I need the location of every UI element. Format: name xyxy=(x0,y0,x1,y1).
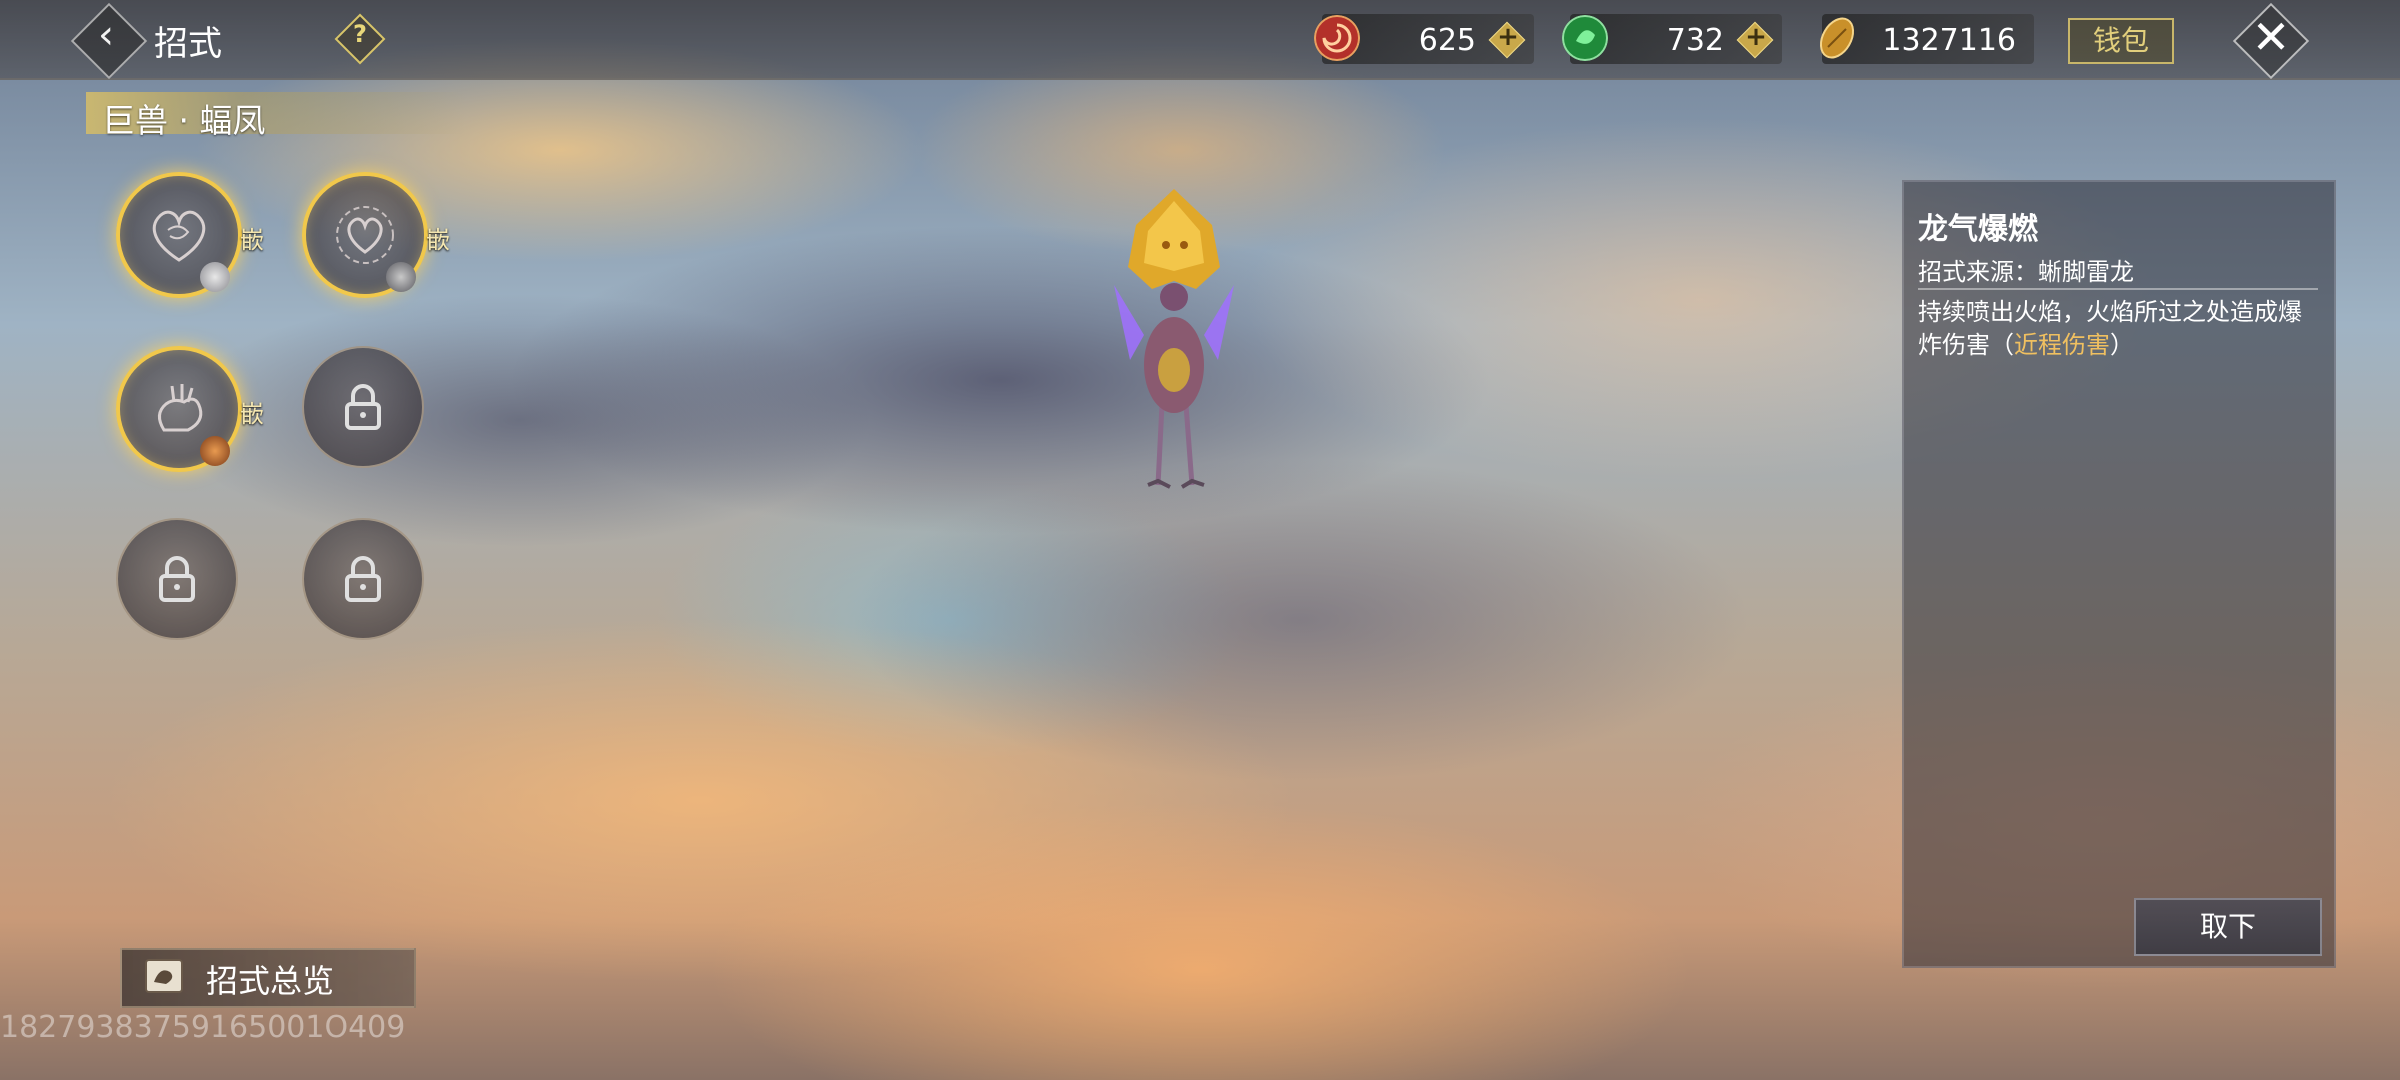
skill-name: 龙气爆燃 xyxy=(1918,212,2038,247)
skill-slot-1[interactable]: 嵌 xyxy=(116,172,264,298)
lock-icon xyxy=(345,556,381,602)
damage-type-tag: 近程伤害 xyxy=(2014,331,2110,359)
skill-description: 持续喷出火焰，火焰所过之处造成爆炸伤害（近程伤害） xyxy=(1918,296,2318,362)
user-id-watermark: 18279383759165001O409 xyxy=(0,1010,406,1045)
embed-label: 嵌 xyxy=(240,400,264,428)
remove-skill-button[interactable]: 取下 xyxy=(2134,898,2322,956)
currency-gold: 1327116 xyxy=(1819,14,2034,64)
skill-slot-4-locked[interactable] xyxy=(302,346,424,468)
heart-thorn-emblem-icon xyxy=(336,206,394,264)
red-swirl-coin-icon xyxy=(1314,15,1360,61)
beast-model xyxy=(1114,189,1234,489)
scroll-icon xyxy=(145,959,183,993)
skill-slot-2[interactable]: 嵌 xyxy=(302,172,450,298)
embed-label: 嵌 xyxy=(240,226,264,254)
wallet-button[interactable]: 钱包 xyxy=(2068,18,2174,64)
currency-red-amount: 625 xyxy=(1418,23,1476,58)
skill-slot-5-locked[interactable] xyxy=(116,518,238,640)
skill-source: 招式来源：蜥脚雷龙 xyxy=(1918,258,2134,286)
currency-green: 732 + xyxy=(1562,14,1782,64)
claw-emblem-icon xyxy=(158,384,203,432)
skill-slot-6-locked[interactable] xyxy=(302,518,424,640)
close-x-icon: ✕ xyxy=(2251,10,2291,64)
skill-slot-3[interactable]: 嵌 xyxy=(116,346,264,472)
paren-open: （ xyxy=(1990,331,2014,359)
grey-gem-icon xyxy=(386,262,416,292)
divider xyxy=(1918,288,2318,290)
paren-close: ） xyxy=(2110,331,2134,359)
plus-icon: + xyxy=(1745,22,1767,52)
lock-icon xyxy=(159,556,195,602)
skill-overview-label: 招式总览 xyxy=(206,962,335,1000)
question-icon: ? xyxy=(353,20,367,48)
page-title: 招式 xyxy=(154,24,222,64)
currency-gold-amount: 1327116 xyxy=(1882,23,2016,58)
gold-shell-coin-icon xyxy=(1819,17,1855,59)
chevron-left-icon: ‹ xyxy=(98,12,114,58)
currency-green-amount: 732 xyxy=(1666,23,1724,58)
amber-gem-icon xyxy=(200,436,230,466)
embed-label: 嵌 xyxy=(426,226,450,254)
beast-name: 巨兽 · 蝠凤 xyxy=(102,101,266,140)
plus-icon: + xyxy=(1497,22,1519,52)
currency-red: 625 + xyxy=(1314,14,1534,64)
green-jade-coin-icon xyxy=(1562,15,1608,61)
heart-swirl-emblem-icon xyxy=(152,210,206,262)
lock-icon xyxy=(345,384,381,430)
silver-gem-icon xyxy=(200,262,230,292)
